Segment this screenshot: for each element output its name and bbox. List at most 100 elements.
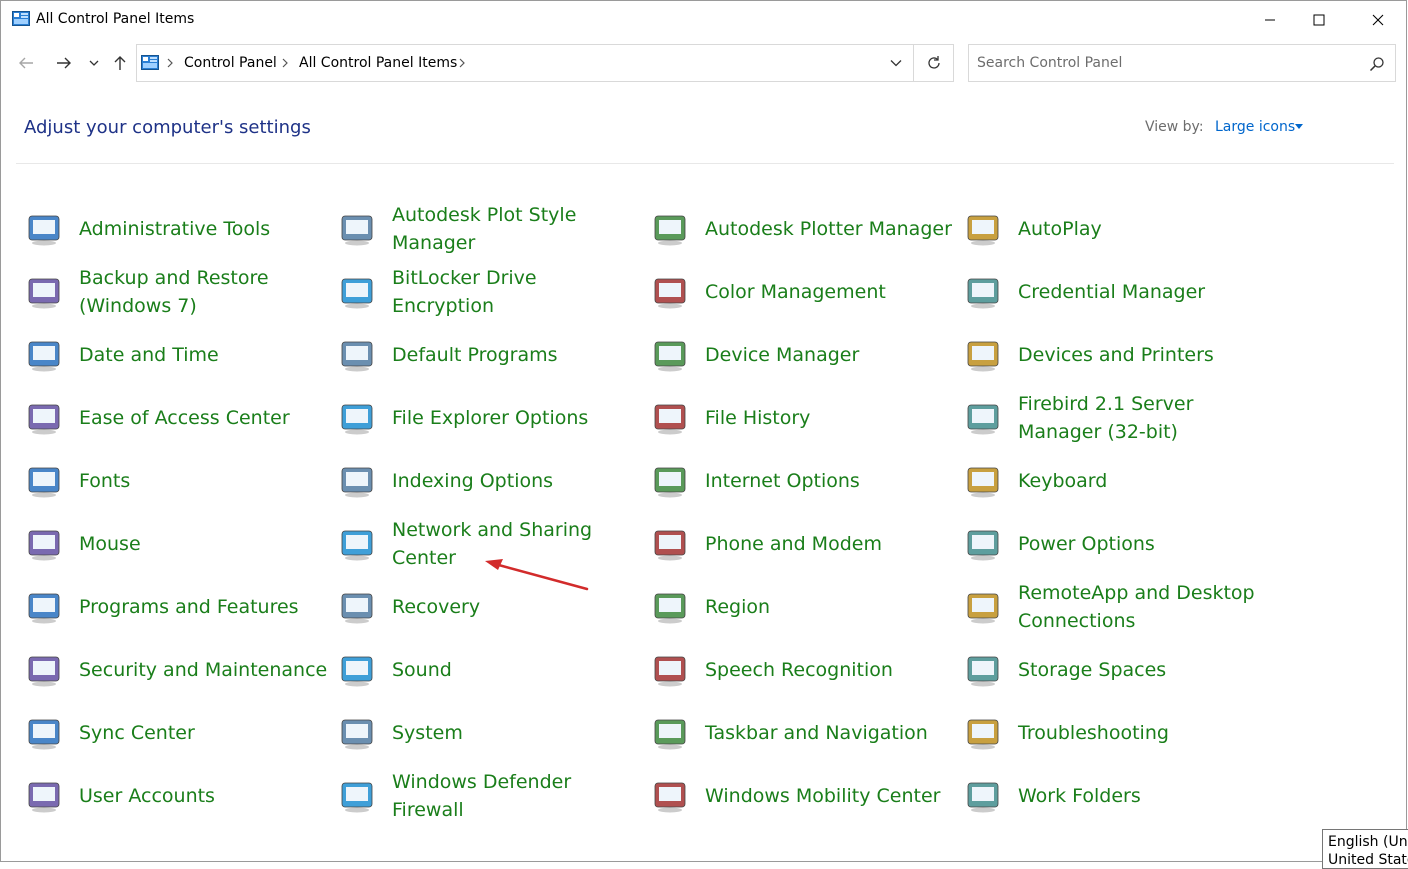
control-panel-item-label[interactable]: Windows Defender Firewall xyxy=(392,768,642,824)
control-panel-item-label[interactable]: Phone and Modem xyxy=(705,516,955,572)
control-panel-item[interactable]: Mouse xyxy=(24,516,334,572)
up-button[interactable] xyxy=(109,51,131,75)
control-panel-item[interactable]: File History xyxy=(650,390,960,446)
administrative-tools-icon xyxy=(28,215,60,246)
control-panel-item-label[interactable]: Region xyxy=(705,579,955,635)
address-history-button[interactable] xyxy=(879,45,913,81)
control-panel-item[interactable]: RemoteApp and Desktop Connections xyxy=(963,579,1273,635)
control-panel-item-label[interactable]: Storage Spaces xyxy=(1018,642,1268,698)
control-panel-item-label[interactable]: Autodesk Plotter Manager xyxy=(705,201,955,257)
search-input[interactable] xyxy=(977,53,1357,73)
control-panel-item-label[interactable]: Internet Options xyxy=(705,453,955,509)
control-panel-item[interactable]: Programs and Features xyxy=(24,579,334,635)
control-panel-item-label[interactable]: Default Programs xyxy=(392,327,642,383)
control-panel-item[interactable]: Date and Time xyxy=(24,327,334,383)
chevron-right-icon[interactable] xyxy=(280,56,290,70)
control-panel-item-label[interactable]: Programs and Features xyxy=(79,579,329,635)
maximize-button[interactable] xyxy=(1296,1,1342,39)
breadcrumb-all-items[interactable]: All Control Panel Items xyxy=(299,55,457,71)
refresh-button[interactable] xyxy=(913,45,954,81)
control-panel-item[interactable]: AutoPlay xyxy=(963,201,1273,257)
control-panel-item[interactable]: Indexing Options xyxy=(337,453,647,509)
back-button[interactable] xyxy=(15,51,37,75)
control-panel-item[interactable]: Devices and Printers xyxy=(963,327,1273,383)
control-panel-item[interactable]: Windows Mobility Center xyxy=(650,768,960,824)
control-panel-item[interactable]: Storage Spaces xyxy=(963,642,1273,698)
control-panel-item[interactable]: Firebird 2.1 Server Manager (32-bit) xyxy=(963,390,1273,446)
control-panel-item-label[interactable]: Ease of Access Center xyxy=(79,390,329,446)
control-panel-item-label[interactable]: Credential Manager xyxy=(1018,264,1268,320)
control-panel-item-label[interactable]: Fonts xyxy=(79,453,329,509)
control-panel-item[interactable]: Speech Recognition xyxy=(650,642,960,698)
control-panel-item-label[interactable]: Device Manager xyxy=(705,327,955,383)
control-panel-item[interactable]: Ease of Access Center xyxy=(24,390,334,446)
forward-button[interactable] xyxy=(53,51,75,75)
control-panel-item-label[interactable]: Autodesk Plot Style Manager xyxy=(392,201,642,257)
control-panel-item-label[interactable]: Sound xyxy=(392,642,642,698)
control-panel-item-label[interactable]: Backup and Restore (Windows 7) xyxy=(79,264,329,320)
control-panel-item[interactable]: Administrative Tools xyxy=(24,201,334,257)
control-panel-item-label[interactable]: Color Management xyxy=(705,264,955,320)
control-panel-item[interactable]: Fonts xyxy=(24,453,334,509)
control-panel-item[interactable]: Default Programs xyxy=(337,327,647,383)
control-panel-item-label[interactable]: User Accounts xyxy=(79,768,329,824)
control-panel-item-label[interactable]: Work Folders xyxy=(1018,768,1268,824)
control-panel-item-label[interactable]: Troubleshooting xyxy=(1018,705,1268,761)
caret-down-icon[interactable] xyxy=(1295,124,1303,129)
control-panel-item[interactable]: Work Folders xyxy=(963,768,1273,824)
control-panel-item[interactable]: Sound xyxy=(337,642,647,698)
minimize-button[interactable] xyxy=(1247,1,1293,39)
control-panel-item-label[interactable]: AutoPlay xyxy=(1018,201,1268,257)
control-panel-item-label[interactable]: File Explorer Options xyxy=(392,390,642,446)
control-panel-item[interactable]: Windows Defender Firewall xyxy=(337,768,647,824)
view-by-label: View by: xyxy=(1145,119,1204,135)
control-panel-item[interactable]: Taskbar and Navigation xyxy=(650,705,960,761)
control-panel-item[interactable]: Color Management xyxy=(650,264,960,320)
control-panel-item-label[interactable]: Date and Time xyxy=(79,327,329,383)
control-panel-item-label[interactable]: BitLocker Drive Encryption xyxy=(392,264,642,320)
chevron-right-icon[interactable] xyxy=(165,56,175,70)
control-panel-item[interactable]: Keyboard xyxy=(963,453,1273,509)
control-panel-item-label[interactable]: File History xyxy=(705,390,955,446)
control-panel-item-label[interactable]: Firebird 2.1 Server Manager (32-bit) xyxy=(1018,390,1268,446)
control-panel-item-label[interactable]: Keyboard xyxy=(1018,453,1268,509)
search-box[interactable] xyxy=(968,44,1396,82)
control-panel-item-label[interactable]: Mouse xyxy=(79,516,329,572)
control-panel-item[interactable]: BitLocker Drive Encryption xyxy=(337,264,647,320)
control-panel-item[interactable]: Credential Manager xyxy=(963,264,1273,320)
control-panel-item-label[interactable]: Taskbar and Navigation xyxy=(705,705,955,761)
control-panel-item[interactable]: Backup and Restore (Windows 7) xyxy=(24,264,334,320)
chevron-right-icon[interactable] xyxy=(457,56,467,70)
close-button[interactable] xyxy=(1355,1,1401,39)
control-panel-item-label[interactable]: Speech Recognition xyxy=(705,642,955,698)
search-icon[interactable] xyxy=(1369,56,1385,72)
breadcrumb-control-panel[interactable]: Control Panel xyxy=(184,55,277,71)
control-panel-item[interactable]: Security and Maintenance xyxy=(24,642,334,698)
control-panel-item-label[interactable]: Windows Mobility Center xyxy=(705,768,955,824)
recent-locations-button[interactable] xyxy=(83,51,105,75)
control-panel-item[interactable]: Internet Options xyxy=(650,453,960,509)
address-bar[interactable]: Control Panel All Control Panel Items xyxy=(136,44,954,82)
control-panel-item-label[interactable]: Administrative Tools xyxy=(79,201,329,257)
title-bar[interactable]: All Control Panel Items xyxy=(1,1,1406,39)
control-panel-item-label[interactable]: Devices and Printers xyxy=(1018,327,1268,383)
maximize-icon xyxy=(1313,14,1325,26)
control-panel-item[interactable]: File Explorer Options xyxy=(337,390,647,446)
control-panel-item[interactable]: System xyxy=(337,705,647,761)
control-panel-item[interactable]: Device Manager xyxy=(650,327,960,383)
control-panel-item[interactable]: Autodesk Plot Style Manager xyxy=(337,201,647,257)
control-panel-item-label[interactable]: Security and Maintenance xyxy=(79,642,329,698)
control-panel-item-label[interactable]: System xyxy=(392,705,642,761)
control-panel-item[interactable]: Power Options xyxy=(963,516,1273,572)
control-panel-item[interactable]: Autodesk Plotter Manager xyxy=(650,201,960,257)
control-panel-item[interactable]: Troubleshooting xyxy=(963,705,1273,761)
control-panel-item[interactable]: Region xyxy=(650,579,960,635)
control-panel-item[interactable]: User Accounts xyxy=(24,768,334,824)
control-panel-item-label[interactable]: Indexing Options xyxy=(392,453,642,509)
view-by-dropdown[interactable]: Large icons xyxy=(1215,119,1295,135)
control-panel-item-label[interactable]: Sync Center xyxy=(79,705,329,761)
control-panel-item[interactable]: Phone and Modem xyxy=(650,516,960,572)
control-panel-item-label[interactable]: RemoteApp and Desktop Connections xyxy=(1018,579,1268,635)
control-panel-item[interactable]: Sync Center xyxy=(24,705,334,761)
control-panel-item-label[interactable]: Power Options xyxy=(1018,516,1268,572)
